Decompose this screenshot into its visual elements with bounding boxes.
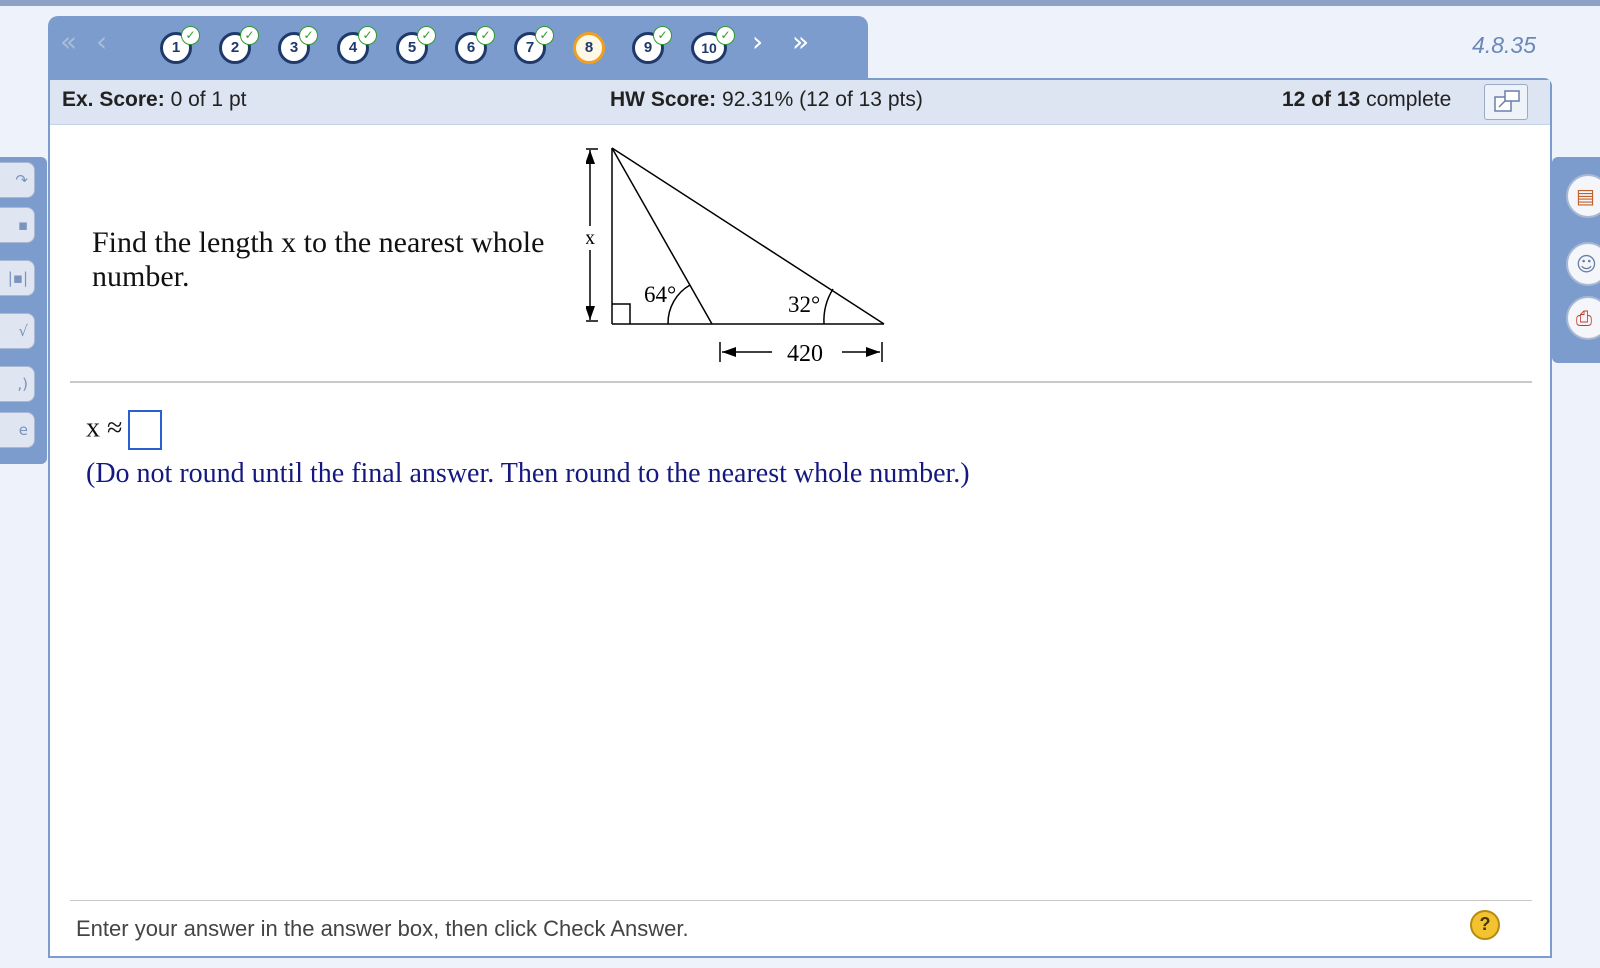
angle-32-label: 32° xyxy=(788,292,820,317)
last-question-icon[interactable]: » xyxy=(792,26,809,58)
answer-row: x ≈ xyxy=(86,410,163,450)
question-button-5[interactable]: 5 ✓ xyxy=(396,26,436,64)
check-icon: ✓ xyxy=(181,26,200,45)
question-button-6[interactable]: 6 ✓ xyxy=(455,26,495,64)
question-button-1[interactable]: 1 ✓ xyxy=(160,26,200,64)
absolute-value-tool-icon[interactable]: |▪| xyxy=(0,260,35,296)
check-icon: ✓ xyxy=(535,26,554,45)
question-button-8[interactable]: 8 xyxy=(573,32,605,64)
interval-tool-icon[interactable]: ,) xyxy=(0,366,35,402)
answer-prefix: x ≈ xyxy=(86,412,123,444)
section-divider xyxy=(70,381,1532,383)
check-icon: ✓ xyxy=(476,26,495,45)
question-nav-bar: « ‹ 1 ✓ 2 ✓ 3 ✓ 4 ✓ 5 ✓ 6 ✓ 7 ✓ 8 9 ✓ 10 ✓ › » xyxy=(48,16,868,80)
question-button-10[interactable]: 10 ✓ xyxy=(691,26,735,64)
answer-input[interactable] xyxy=(128,410,163,450)
help-icon[interactable]: ? xyxy=(1470,910,1500,940)
check-icon: ✓ xyxy=(417,26,436,45)
more-tools-icon[interactable]: e xyxy=(0,412,35,448)
expand-window-icon[interactable] xyxy=(1484,84,1528,120)
check-icon: ✓ xyxy=(716,26,735,45)
exercise-score: Ex. Score: 0 of 1 pt xyxy=(62,88,247,111)
question-prompt: Find the length x to the nearest whole n… xyxy=(92,226,545,293)
exercise-version: 4.8.35 xyxy=(1472,32,1536,58)
footer-divider xyxy=(70,900,1532,901)
check-icon: ✓ xyxy=(358,26,377,45)
question-button-3[interactable]: 3 ✓ xyxy=(278,26,318,64)
question-button-2[interactable]: 2 ✓ xyxy=(219,26,259,64)
question-button-7[interactable]: 7 ✓ xyxy=(514,26,554,64)
question-button-4[interactable]: 4 ✓ xyxy=(337,26,377,64)
rounding-hint: (Do not round until the final answer. Th… xyxy=(86,458,970,489)
check-icon: ✓ xyxy=(240,26,259,45)
fraction-tool-icon[interactable]: ▪ xyxy=(0,207,35,243)
footer-instruction: Enter your answer in the answer box, the… xyxy=(76,916,689,941)
sqrt-tool-icon[interactable]: √ xyxy=(0,313,35,349)
prev-question-icon[interactable]: ‹ xyxy=(96,26,107,58)
angle-64-label: 64° xyxy=(644,282,676,307)
question-panel: Ex. Score: 0 of 1 pt HW Score: 92.31% (1… xyxy=(48,78,1552,958)
first-question-icon[interactable]: « xyxy=(60,26,77,58)
check-icon: ✓ xyxy=(299,26,318,45)
score-bar: Ex. Score: 0 of 1 pt HW Score: 92.31% (1… xyxy=(50,80,1550,125)
height-label: x xyxy=(586,227,595,249)
triangle-figure: x 64° 32° 420 xyxy=(586,147,885,367)
completion-status: 12 of 13 complete xyxy=(1282,88,1452,111)
check-icon: ✓ xyxy=(653,26,672,45)
question-button-9[interactable]: 9 ✓ xyxy=(632,26,672,64)
next-question-icon[interactable]: › xyxy=(752,26,763,58)
undo-tool-icon[interactable]: ↷ xyxy=(0,162,35,198)
base-length-label: 420 xyxy=(787,341,823,367)
homework-score: HW Score: 92.31% (12 of 13 pts) xyxy=(610,88,923,111)
